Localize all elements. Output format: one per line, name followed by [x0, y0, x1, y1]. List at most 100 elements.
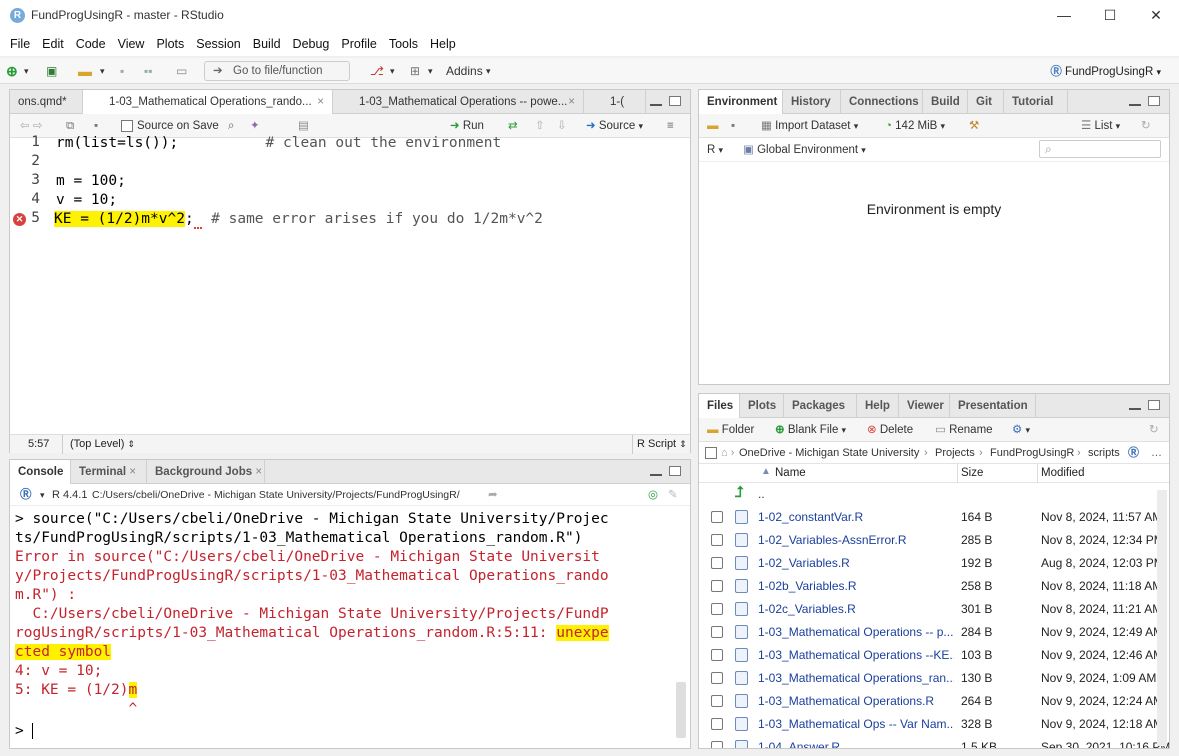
menu-file[interactable]: File — [4, 37, 36, 51]
file-name[interactable]: 1-03_Mathematical Operations --KE... — [758, 648, 954, 662]
maximize-button[interactable]: ☐ — [1087, 0, 1133, 32]
file-name[interactable]: 1-02_Variables-AssnError.R — [758, 533, 954, 547]
file-name[interactable]: 1-02b_Variables.R — [758, 579, 954, 593]
file-checkbox[interactable] — [711, 580, 723, 592]
close-icon[interactable]: × — [255, 466, 262, 478]
tab-viewer[interactable]: Viewer — [899, 394, 950, 418]
minimize-pane-icon[interactable] — [1129, 400, 1141, 410]
minimize-pane-icon[interactable] — [650, 466, 662, 476]
menu-profile[interactable]: Profile — [335, 37, 382, 51]
file-row[interactable]: 1-02b_Variables.R 258 B Nov 8, 2024, 11:18… — [699, 575, 1169, 598]
file-checkbox[interactable] — [711, 695, 723, 707]
project-menu[interactable]: Ⓡ FundProgUsingR ▾ — [1050, 63, 1161, 79]
file-checkbox[interactable] — [711, 534, 723, 546]
up-arrow-icon[interactable]: ⇧ — [535, 118, 545, 134]
tab-packages[interactable]: Packages — [784, 394, 857, 418]
editor-tab-qmd[interactable]: ons.qmd* — [10, 90, 83, 114]
git-icon[interactable]: ⎇ — [370, 62, 384, 80]
code-line[interactable]: rm(list=ls()); # clean out the environme… — [56, 134, 501, 153]
file-row[interactable]: 1-03_Mathematical Operations.R 264 B Nov 9… — [699, 690, 1169, 713]
file-checkbox[interactable] — [711, 649, 723, 661]
menu-view[interactable]: View — [112, 37, 151, 51]
file-name[interactable]: 1-02_Variables.R — [758, 556, 954, 570]
broom-icon[interactable]: ⚒ — [969, 118, 979, 134]
file-checkbox[interactable] — [711, 557, 723, 569]
back-arrow-icon[interactable]: ⇦ ⇨ — [20, 118, 42, 134]
go-to-dir-icon[interactable]: ➦ — [488, 487, 498, 503]
file-checkbox[interactable] — [711, 741, 723, 748]
console-scrollbar[interactable] — [676, 682, 686, 738]
file-checkbox[interactable] — [711, 511, 723, 523]
breadcrumb-project[interactable]: FundProgUsingR — [990, 445, 1074, 461]
blank-file-button[interactable]: ⊕ Blank File ▾ — [775, 422, 846, 438]
tab-files[interactable]: Files — [699, 394, 740, 419]
environment-search-input[interactable]: ⌕ — [1039, 140, 1161, 158]
file-name[interactable]: 1-03_Mathematical Ops -- Var Nam... — [758, 717, 954, 731]
file-checkbox[interactable] — [711, 603, 723, 615]
sort-ascending-icon[interactable]: ▲ — [761, 466, 771, 477]
chevron-down-icon[interactable]: ▾ — [428, 62, 433, 80]
tab-history[interactable]: History — [783, 90, 841, 114]
file-row[interactable]: 1-02c_Variables.R 301 B Nov 8, 2024, 11:21… — [699, 598, 1169, 621]
column-modified[interactable]: Modified — [1041, 467, 1084, 479]
tab-plots[interactable]: Plots — [740, 394, 784, 418]
file-row[interactable]: 1-03_Mathematical Operations_ran... 130 B… — [699, 667, 1169, 690]
save-icon[interactable]: ▪ — [731, 118, 735, 134]
scope-selector[interactable]: (Top Level) ⇕ — [70, 438, 135, 450]
tab-console[interactable]: Console — [10, 460, 71, 485]
tab-git[interactable]: Git — [968, 90, 1004, 114]
load-workspace-icon[interactable]: ▬ — [707, 118, 719, 134]
project-r-icon[interactable]: Ⓡ — [1128, 445, 1139, 461]
show-in-window-icon[interactable]: ⧉ — [66, 118, 74, 134]
menu-build[interactable]: Build — [247, 37, 287, 51]
grid-layout-icon[interactable]: ⊞ — [410, 62, 420, 80]
file-row[interactable]: 1-03_Mathematical Operations -- p... 284 … — [699, 621, 1169, 644]
more-icon[interactable]: … — [1151, 445, 1162, 461]
tab-background-jobs[interactable]: Background Jobs × — [147, 460, 265, 484]
rerun-icon[interactable]: ⇄ — [508, 118, 518, 134]
outline-icon[interactable]: ≡ — [667, 118, 674, 134]
select-all-checkbox[interactable] — [705, 447, 717, 459]
breadcrumb-onedrive[interactable]: OneDrive - Michigan State University — [739, 445, 919, 461]
memory-usage[interactable]: ◔ 142 MiB ▾ — [885, 118, 945, 134]
print-icon[interactable]: ▭ — [176, 62, 187, 80]
tab-tutorial[interactable]: Tutorial — [1004, 90, 1068, 114]
file-name[interactable]: 1-03_Mathematical Operations_ran... — [758, 671, 954, 685]
new-file-icon[interactable]: ⊕ — [6, 62, 18, 80]
clear-console-icon[interactable]: ✎ — [668, 487, 678, 503]
new-project-icon[interactable]: ▣ — [46, 62, 57, 80]
open-folder-icon[interactable]: ▬ — [78, 62, 92, 80]
breadcrumb-projects[interactable]: Projects — [935, 445, 975, 461]
minimize-pane-icon[interactable] — [1129, 96, 1141, 106]
menu-plots[interactable]: Plots — [150, 37, 190, 51]
close-icon[interactable]: × — [317, 90, 324, 114]
menu-help[interactable]: Help — [424, 37, 462, 51]
maximize-pane-icon[interactable] — [669, 96, 681, 106]
tab-presentation[interactable]: Presentation — [950, 394, 1036, 418]
minimize-pane-icon[interactable] — [650, 96, 662, 106]
file-row[interactable]: 1-02_Variables-AssnError.R 285 B Nov 8, 20… — [699, 529, 1169, 552]
file-row[interactable]: 1-03_Mathematical Operations --KE... 103 … — [699, 644, 1169, 667]
goto-file-input[interactable]: ➔ Go to file/function — [204, 61, 350, 81]
new-folder-button[interactable]: ▬ Folder — [707, 422, 754, 438]
editor-tab-more[interactable]: 1-( — [584, 90, 646, 114]
chevron-down-icon[interactable]: ▾ — [100, 62, 105, 80]
column-size[interactable]: Size — [961, 467, 983, 479]
file-checkbox[interactable] — [711, 718, 723, 730]
file-row[interactable]: 1-02_constantVar.R 164 B Nov 8, 2024, 11:5… — [699, 506, 1169, 529]
close-icon[interactable]: × — [568, 90, 575, 114]
language-selector[interactable]: R ▾ — [707, 142, 723, 158]
run-button[interactable]: ➜ Run — [450, 118, 484, 134]
file-checkbox[interactable] — [711, 626, 723, 638]
menu-tools[interactable]: Tools — [383, 37, 424, 51]
tab-terminal[interactable]: Terminal × — [71, 460, 147, 484]
chevron-down-icon[interactable]: ▾ — [24, 62, 29, 80]
file-name[interactable]: 1-04_Answer.R — [758, 740, 954, 748]
file-name[interactable]: 1-02_constantVar.R — [758, 510, 954, 524]
tab-help[interactable]: Help — [857, 394, 899, 418]
chevron-down-icon[interactable]: ▾ — [40, 487, 45, 503]
files-scrollbar[interactable] — [1157, 490, 1167, 746]
rename-button[interactable]: ▭ Rename — [935, 422, 993, 438]
search-icon[interactable]: ⌕ — [228, 118, 234, 134]
file-row[interactable]: 1-02_Variables.R 192 B Aug 8, 2024, 12:03 … — [699, 552, 1169, 575]
